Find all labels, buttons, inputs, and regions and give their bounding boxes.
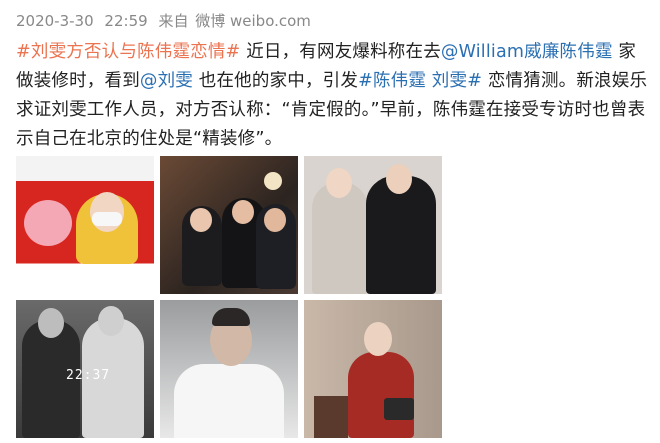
lamp-shape xyxy=(264,172,282,190)
face-shape xyxy=(264,208,286,232)
photo-thumbnail[interactable] xyxy=(160,300,298,438)
photo-thumbnail[interactable]: 22:37 xyxy=(16,300,154,438)
mention-link[interactable]: @William威廉陈伟霆 xyxy=(441,42,613,62)
face-shape xyxy=(190,208,212,232)
face-shape xyxy=(386,164,412,194)
face-shape xyxy=(232,200,254,224)
chair-shape xyxy=(314,396,348,438)
mention-link[interactable]: @刘雯 xyxy=(140,71,193,91)
toy-shape xyxy=(24,200,72,246)
post-text-segment: 也在他的家中，引发 xyxy=(193,71,359,91)
photo-time-overlay: 22:37 xyxy=(66,368,111,383)
post-source[interactable]: 微博 weibo.com xyxy=(195,12,311,30)
photo-thumbnail[interactable] xyxy=(16,156,154,294)
from-label: 来自 xyxy=(158,12,189,30)
post-text-segment: 近日，有网友爆料称在去 xyxy=(240,42,441,62)
photo-thumbnail[interactable] xyxy=(304,156,442,294)
image-grid: 22:37 xyxy=(16,156,442,438)
photo-thumbnail[interactable] xyxy=(304,300,442,438)
person-shape xyxy=(312,182,368,294)
mask-shape xyxy=(92,212,122,226)
post-meta: 2020-3-30 22:59 来自 微博 weibo.com xyxy=(16,10,317,31)
hair-shape xyxy=(212,308,250,326)
face-shape xyxy=(38,308,64,338)
bag-shape xyxy=(384,398,414,420)
person-shape xyxy=(348,352,414,438)
post-time: 22:59 xyxy=(104,12,148,30)
post-body: #刘雯方否认与陈伟霆恋情# 近日，有网友爆料称在去@William威廉陈伟霆 家… xyxy=(16,38,648,154)
post-date: 2020-3-30 xyxy=(16,12,94,30)
face-shape xyxy=(326,168,352,198)
towel-shape xyxy=(174,364,284,438)
topic-link[interactable]: #刘雯方否认与陈伟霆恋情# xyxy=(16,42,240,62)
face-shape xyxy=(98,306,124,336)
photo-thumbnail[interactable] xyxy=(160,156,298,294)
face-shape xyxy=(364,322,392,356)
topic-link[interactable]: #陈伟霆 刘雯# xyxy=(358,71,482,91)
